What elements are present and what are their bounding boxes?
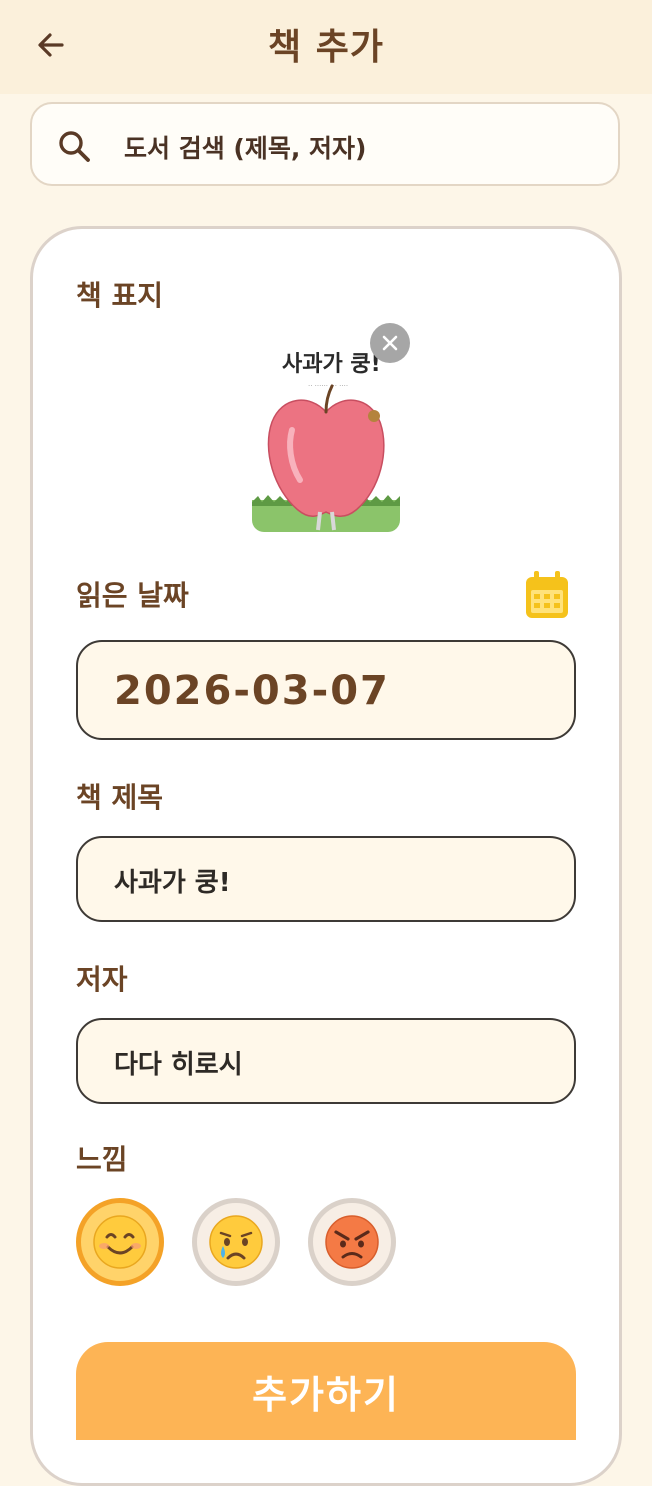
read-date-field[interactable]: 2026-03-07 <box>76 640 576 740</box>
author-label: 저자 <box>76 963 128 996</box>
book-search-input[interactable]: 도서 검색 (제목, 저자) <box>30 102 620 186</box>
book-title-label: 책 제목 <box>76 781 164 814</box>
book-cover-image: 사과가 쿵! ·· ······ ··· ···· <box>248 340 404 534</box>
read-date-label: 읽은 날짜 <box>76 579 189 612</box>
book-title-input[interactable]: 사과가 쿵! <box>76 836 576 922</box>
feeling-label: 느낌 <box>76 1143 128 1176</box>
calendar-icon[interactable] <box>524 570 570 620</box>
remove-cover-button[interactable] <box>370 323 410 363</box>
mood-happy-button[interactable] <box>76 1198 164 1286</box>
add-book-button-label: 추가하기 <box>252 1373 400 1417</box>
mood-angry-button[interactable] <box>308 1198 396 1286</box>
app-header: 책 추가 <box>0 0 652 94</box>
read-date-value: 2026-03-07 <box>114 668 390 714</box>
cover-label: 책 표지 <box>76 279 164 312</box>
close-icon <box>382 335 398 351</box>
book-title-value: 사과가 쿵! <box>114 868 231 898</box>
smiling-face-icon <box>93 1215 147 1269</box>
angry-face-icon <box>325 1215 379 1269</box>
search-icon <box>59 131 90 162</box>
mood-sad-button[interactable] <box>192 1198 280 1286</box>
search-placeholder: 도서 검색 (제목, 저자) <box>124 134 367 163</box>
author-input[interactable]: 다다 히로시 <box>76 1018 576 1104</box>
crying-face-icon <box>209 1215 263 1269</box>
author-value: 다다 히로시 <box>114 1050 243 1080</box>
add-book-button[interactable]: 추가하기 <box>76 1342 576 1440</box>
page-title: 책 추가 <box>268 27 384 68</box>
apple-illustration <box>252 384 400 532</box>
